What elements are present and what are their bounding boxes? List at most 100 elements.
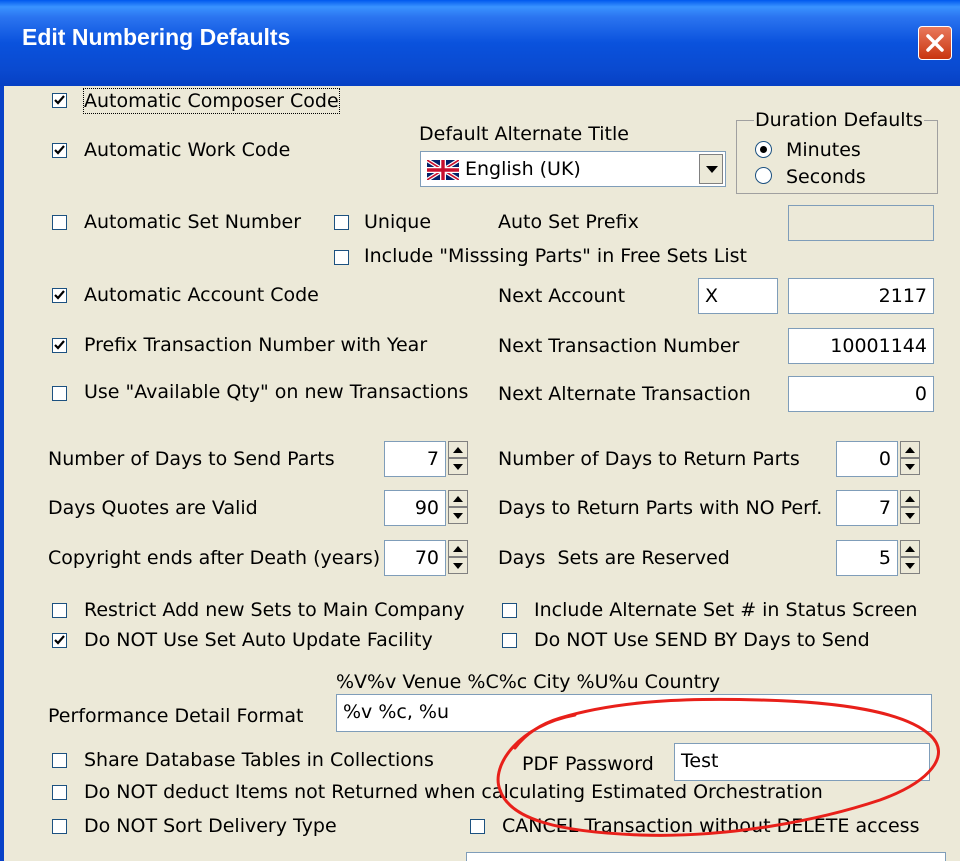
arrow-down-icon bbox=[905, 513, 915, 519]
alt-title-label: Default Alternate Title bbox=[419, 123, 629, 145]
days-send-spinner[interactable] bbox=[448, 441, 468, 475]
copyright-field[interactable]: 70 bbox=[384, 540, 446, 576]
sets-reserved-field[interactable]: 5 bbox=[836, 540, 898, 576]
auto-account-label: Automatic Account Code bbox=[84, 284, 319, 306]
title-bar[interactable]: Edit Numbering Defaults bbox=[0, 0, 960, 86]
missing-parts-checkbox[interactable] bbox=[334, 250, 349, 265]
cancel-txn-label: CANCEL Transaction without DELETE access bbox=[502, 815, 920, 837]
quotes-valid-field[interactable]: 90 bbox=[384, 490, 446, 526]
no-sort-checkbox[interactable] bbox=[52, 819, 67, 834]
alt-title-value: English (UK) bbox=[465, 158, 581, 180]
next-account-prefix-field[interactable]: X bbox=[698, 278, 778, 314]
auto-composer-checkbox[interactable] bbox=[52, 93, 67, 108]
unique-checkbox[interactable] bbox=[334, 215, 349, 230]
spin-down-button[interactable] bbox=[448, 458, 468, 475]
arrow-up-icon bbox=[905, 496, 915, 502]
spin-down-button[interactable] bbox=[900, 557, 920, 574]
auto-set-label: Automatic Set Number bbox=[84, 211, 302, 233]
perf-format-label: Performance Detail Format bbox=[48, 705, 304, 727]
bottom-dropdown[interactable] bbox=[466, 852, 946, 861]
pdf-password-label: PDF Password bbox=[522, 753, 654, 775]
restrict-sets-checkbox[interactable] bbox=[52, 603, 67, 618]
avail-qty-label: Use "Available Qty" on new Transactions bbox=[84, 381, 469, 403]
edit-numbering-defaults-dialog: Edit Numbering Defaults Automatic Compos… bbox=[0, 0, 960, 861]
next-alt-txn-label: Next Alternate Transaction bbox=[498, 383, 751, 405]
checkmark-icon bbox=[54, 95, 65, 105]
alt-title-dropdown[interactable]: English (UK) bbox=[420, 151, 726, 187]
spin-up-button[interactable] bbox=[448, 540, 468, 557]
arrow-down-icon bbox=[905, 563, 915, 569]
include-alt-set-checkbox[interactable] bbox=[502, 603, 517, 618]
return-no-perf-label: Days to Return Parts with NO Perf. bbox=[498, 497, 823, 519]
copyright-spinner[interactable] bbox=[448, 540, 468, 574]
next-txn-field[interactable]: 10001144 bbox=[788, 328, 934, 364]
no-deduct-checkbox[interactable] bbox=[52, 785, 67, 800]
no-auto-update-checkbox[interactable] bbox=[52, 633, 67, 648]
sets-reserved-spinner[interactable] bbox=[900, 540, 920, 574]
checkmark-icon bbox=[54, 290, 65, 300]
spin-down-button[interactable] bbox=[900, 458, 920, 475]
arrow-down-icon bbox=[905, 464, 915, 470]
minutes-radio[interactable] bbox=[755, 141, 772, 158]
unique-label: Unique bbox=[364, 211, 432, 233]
dialog-client-area: Automatic Composer Code Automatic Work C… bbox=[0, 86, 960, 861]
restrict-sets-label: Restrict Add new Sets to Main Company bbox=[84, 599, 465, 621]
prefix-txn-checkbox[interactable] bbox=[52, 338, 67, 353]
spin-down-button[interactable] bbox=[448, 557, 468, 574]
sets-reserved-label: Days Sets are Reserved bbox=[498, 547, 730, 569]
chevron-down-icon bbox=[706, 166, 718, 173]
days-return-spinner[interactable] bbox=[900, 441, 920, 475]
auto-set-checkbox[interactable] bbox=[52, 215, 67, 230]
pdf-password-field[interactable]: Test bbox=[674, 743, 930, 781]
auto-work-label: Automatic Work Code bbox=[84, 139, 291, 161]
days-return-label: Number of Days to Return Parts bbox=[498, 448, 800, 470]
arrow-up-icon bbox=[453, 496, 463, 502]
duration-defaults-legend: Duration Defaults bbox=[754, 108, 924, 132]
cancel-txn-checkbox[interactable] bbox=[470, 819, 485, 834]
perf-format-hint: %V%v Venue %C%c City %U%u Country bbox=[336, 671, 721, 693]
days-send-field[interactable]: 7 bbox=[384, 441, 446, 477]
checkmark-icon bbox=[54, 340, 65, 350]
quotes-valid-label: Days Quotes are Valid bbox=[48, 497, 258, 519]
no-auto-update-label: Do NOT Use Set Auto Update Facility bbox=[84, 629, 433, 651]
no-send-by-checkbox[interactable] bbox=[502, 633, 517, 648]
auto-set-prefix-label: Auto Set Prefix bbox=[498, 211, 639, 233]
spin-up-button[interactable] bbox=[448, 441, 468, 458]
spin-up-button[interactable] bbox=[900, 490, 920, 507]
arrow-down-icon bbox=[453, 513, 463, 519]
arrow-up-icon bbox=[453, 546, 463, 552]
missing-parts-label: Include "Misssing Parts" in Free Sets Li… bbox=[364, 245, 747, 267]
window-title: Edit Numbering Defaults bbox=[22, 24, 291, 50]
spin-up-button[interactable] bbox=[900, 540, 920, 557]
days-send-label: Number of Days to Send Parts bbox=[48, 448, 335, 470]
next-alt-txn-field[interactable]: 0 bbox=[788, 376, 934, 412]
spin-up-button[interactable] bbox=[900, 441, 920, 458]
no-deduct-label: Do NOT deduct Items not Returned when ca… bbox=[84, 781, 823, 803]
copyright-label: Copyright ends after Death (years) bbox=[48, 547, 381, 569]
uk-flag-icon bbox=[427, 160, 459, 180]
arrow-up-icon bbox=[453, 447, 463, 453]
alt-title-dropdown-button[interactable] bbox=[699, 154, 723, 184]
quotes-valid-spinner[interactable] bbox=[448, 490, 468, 524]
days-return-field[interactable]: 0 bbox=[836, 441, 898, 477]
auto-set-prefix-field[interactable] bbox=[788, 205, 934, 241]
return-no-perf-spinner[interactable] bbox=[900, 490, 920, 524]
checkmark-icon bbox=[54, 145, 65, 155]
prefix-txn-label: Prefix Transaction Number with Year bbox=[84, 334, 428, 356]
next-account-field[interactable]: 2117 bbox=[788, 278, 934, 314]
avail-qty-checkbox[interactable] bbox=[52, 386, 67, 401]
share-db-label: Share Database Tables in Collections bbox=[84, 749, 434, 771]
spin-up-button[interactable] bbox=[448, 490, 468, 507]
auto-work-checkbox[interactable] bbox=[52, 143, 67, 158]
share-db-checkbox[interactable] bbox=[52, 753, 67, 768]
checkmark-icon bbox=[54, 635, 65, 645]
return-no-perf-field[interactable]: 7 bbox=[836, 490, 898, 526]
include-alt-set-label: Include Alternate Set # in Status Screen bbox=[534, 599, 918, 621]
seconds-radio[interactable] bbox=[755, 167, 772, 184]
perf-format-field[interactable]: %v %c, %u bbox=[336, 694, 932, 732]
spin-down-button[interactable] bbox=[448, 507, 468, 524]
close-button[interactable] bbox=[918, 26, 952, 60]
spin-down-button[interactable] bbox=[900, 507, 920, 524]
auto-account-checkbox[interactable] bbox=[52, 288, 67, 303]
no-sort-label: Do NOT Sort Delivery Type bbox=[84, 815, 337, 837]
